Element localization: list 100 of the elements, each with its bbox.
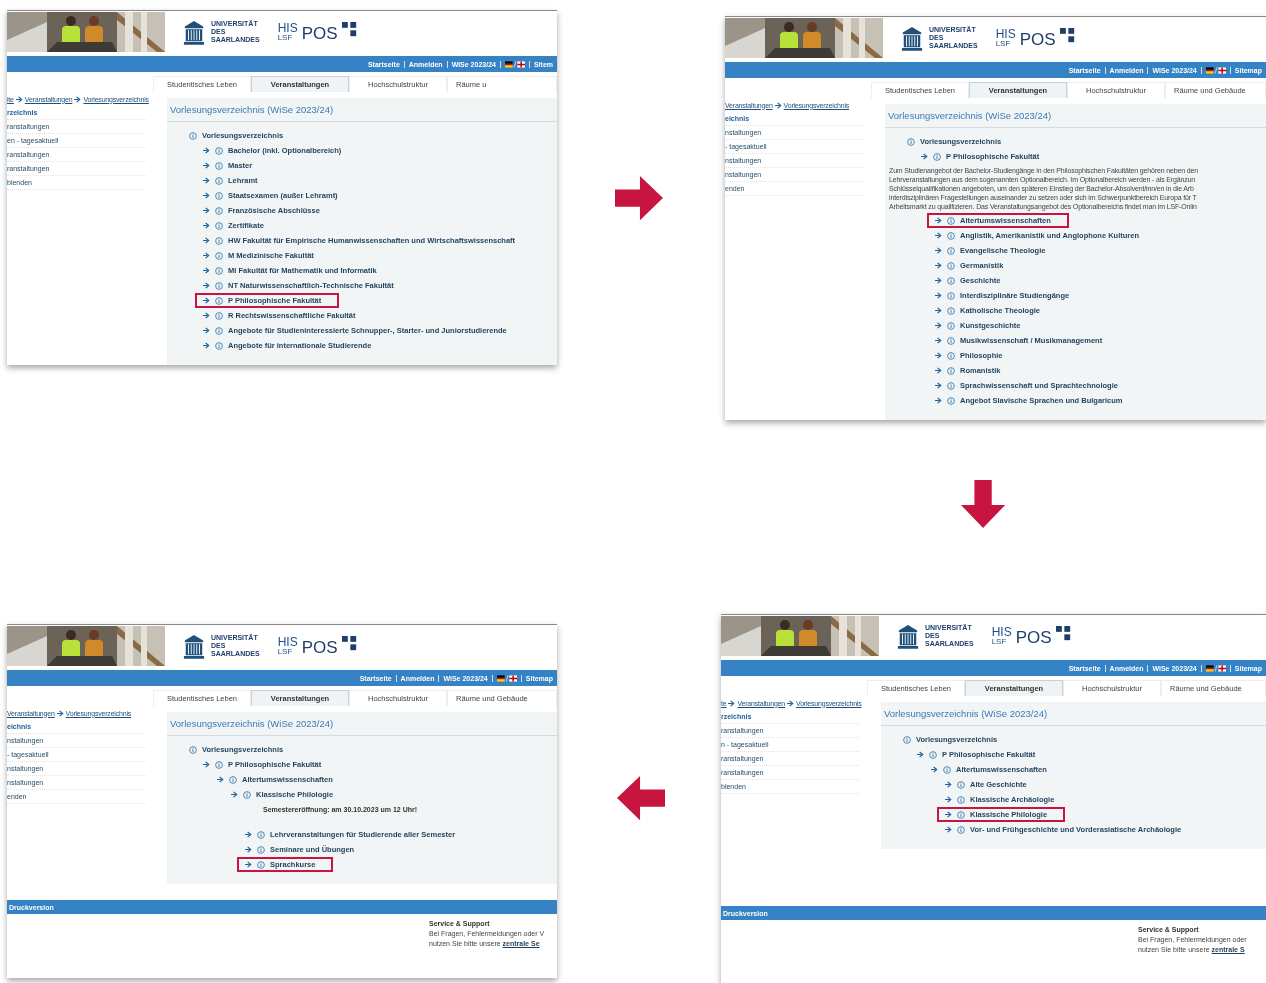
- arrow-icon: [203, 327, 210, 334]
- info-icon[interactable]: [215, 221, 223, 230]
- info-icon[interactable]: [947, 366, 955, 375]
- info-icon[interactable]: [215, 236, 223, 245]
- info-icon[interactable]: [947, 246, 955, 255]
- info-icon[interactable]: [215, 296, 223, 305]
- university-seal-icon: [183, 633, 205, 659]
- info-icon[interactable]: [215, 146, 223, 155]
- info-icon[interactable]: [957, 825, 965, 834]
- pos-logo-text: POS: [1019, 31, 1056, 48]
- info-icon[interactable]: [189, 745, 197, 754]
- arrow-icon: [245, 861, 252, 868]
- info-icon[interactable]: [947, 261, 955, 270]
- info-icon[interactable]: [215, 176, 223, 185]
- info-icon[interactable]: [947, 306, 955, 315]
- arrow-icon: [935, 397, 942, 404]
- arrow-icon: [774, 101, 782, 109]
- arrow-icon: [935, 217, 942, 224]
- arrow-icon: [945, 781, 952, 788]
- info-icon[interactable]: [947, 291, 955, 300]
- squares-logo-icon: [341, 636, 357, 651]
- info-icon[interactable]: [957, 810, 965, 819]
- arrow-icon: [203, 192, 210, 199]
- info-icon[interactable]: [215, 206, 223, 215]
- info-icon[interactable]: [947, 231, 955, 240]
- info-icon[interactable]: [957, 795, 965, 804]
- info-icon[interactable]: [215, 251, 223, 260]
- university-seal-icon: [183, 19, 205, 45]
- info-icon[interactable]: [215, 161, 223, 170]
- lsf-logo-text: LSF: [995, 40, 1012, 48]
- info-icon[interactable]: [947, 381, 955, 390]
- language-flags-icon[interactable]: [1205, 66, 1226, 74]
- page-title: Vorlesungsverzeichnis (WiSe 2023/24): [167, 98, 557, 122]
- info-icon[interactable]: [229, 775, 237, 784]
- info-icon[interactable]: [907, 137, 915, 146]
- arrow-icon: [935, 322, 942, 329]
- info-icon[interactable]: [257, 860, 265, 869]
- info-icon[interactable]: [947, 276, 955, 285]
- language-flags-icon[interactable]: [1205, 664, 1226, 672]
- arrow-icon: [231, 791, 238, 798]
- squares-logo-icon: [341, 22, 357, 37]
- arrow-icon: [203, 761, 210, 768]
- info-icon[interactable]: [947, 396, 955, 405]
- info-icon[interactable]: [947, 336, 955, 345]
- lsf-logo-text: LSF: [991, 638, 1008, 646]
- info-icon[interactable]: [903, 735, 911, 744]
- page-title: Vorlesungsverzeichnis (WiSe 2023/24): [885, 104, 1266, 128]
- arrow-icon: [203, 312, 210, 319]
- info-icon[interactable]: [943, 765, 951, 774]
- arrow-icon: [245, 831, 252, 838]
- lsf-logo-text: LSF: [277, 34, 294, 42]
- arrow-icon: [245, 846, 252, 853]
- arrow-icon: [935, 337, 942, 344]
- info-icon[interactable]: [215, 760, 223, 769]
- arrow-icon: [203, 237, 210, 244]
- info-icon[interactable]: [243, 790, 251, 799]
- info-icon[interactable]: [215, 191, 223, 200]
- info-icon[interactable]: [947, 351, 955, 360]
- squares-logo-icon: [1059, 28, 1075, 43]
- arrow-icon: [935, 367, 942, 374]
- info-icon[interactable]: [215, 326, 223, 335]
- arrow-icon: [203, 222, 210, 229]
- pos-logo-text: POS: [1015, 629, 1052, 646]
- arrow-icon: [203, 297, 210, 304]
- arrow-icon: [203, 342, 210, 349]
- his-logo-text: HIS: [991, 626, 1012, 638]
- arrow-icon: [945, 826, 952, 833]
- info-icon[interactable]: [215, 266, 223, 275]
- pos-logo-text: POS: [301, 25, 338, 42]
- arrow-icon: [917, 751, 924, 758]
- info-icon[interactable]: [933, 152, 941, 161]
- arrow-icon: [203, 162, 210, 169]
- info-icon[interactable]: [957, 780, 965, 789]
- info-icon[interactable]: [215, 341, 223, 350]
- his-logo-text: HIS: [277, 636, 298, 648]
- arrow-icon: [728, 699, 736, 707]
- squares-logo-icon: [1055, 626, 1071, 641]
- info-icon[interactable]: [215, 281, 223, 290]
- language-flags-icon[interactable]: [496, 674, 517, 682]
- info-icon[interactable]: [929, 750, 937, 759]
- language-flags-icon[interactable]: [504, 60, 525, 68]
- info-icon[interactable]: [257, 830, 265, 839]
- arrow-icon: [935, 382, 942, 389]
- arrow-icon: [56, 709, 64, 717]
- arrow-icon: [945, 796, 952, 803]
- info-icon[interactable]: [215, 311, 223, 320]
- arrow-icon: [935, 277, 942, 284]
- arrow-icon: [935, 307, 942, 314]
- arrow-icon: [921, 153, 928, 160]
- info-icon[interactable]: [947, 216, 955, 225]
- arrow-icon: [935, 352, 942, 359]
- arrow-icon: [203, 267, 210, 274]
- arrow-icon: [203, 207, 210, 214]
- arrow-icon: [203, 177, 210, 184]
- info-icon[interactable]: [189, 131, 197, 140]
- info-icon[interactable]: [257, 845, 265, 854]
- his-logo-text: HIS: [995, 28, 1016, 40]
- university-seal-icon: [901, 25, 923, 51]
- lsf-logo-text: LSF: [277, 648, 294, 656]
- info-icon[interactable]: [947, 321, 955, 330]
